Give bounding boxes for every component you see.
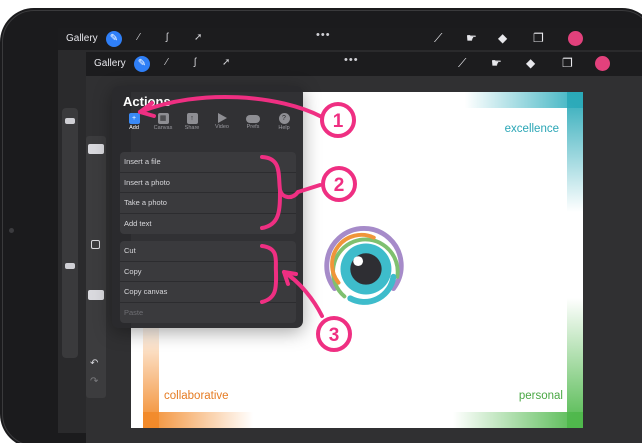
- frame-corner-top-right: [465, 92, 583, 108]
- add-icon: +: [128, 113, 140, 124]
- prefs-toggle-icon: [246, 115, 260, 123]
- tab-share[interactable]: ↑ Share: [176, 113, 208, 135]
- label-personal: personal: [518, 390, 563, 402]
- share-icon: ↑: [186, 113, 198, 124]
- wrench-icon[interactable]: ✎: [106, 31, 122, 47]
- smudge-icon[interactable]: ☛: [466, 31, 477, 45]
- undo-icon[interactable]: ↶: [90, 358, 98, 369]
- add-actions-group: Insert a file Insert a photo Take a phot…: [120, 152, 296, 234]
- background-toolbar: Gallery ✎ ⁄ ʃ ➚ ••• ⟋ ☛ ◆ ❐: [58, 28, 642, 50]
- tab-help-label: Help: [278, 125, 290, 131]
- selection-icon[interactable]: ʃ: [194, 57, 196, 68]
- eraser-icon[interactable]: ◆: [526, 56, 535, 70]
- paste-item[interactable]: Paste: [120, 303, 296, 324]
- color-swatch[interactable]: [568, 31, 583, 46]
- actions-panel: Actions + Add ▦ Canvas ↑ Share Video Pre…: [112, 86, 303, 328]
- frame-corner-bottom-left-base: [143, 412, 253, 428]
- gallery-button[interactable]: Gallery: [94, 58, 126, 69]
- color-swatch[interactable]: [595, 56, 610, 71]
- brush-icon[interactable]: ⟋: [458, 56, 466, 71]
- screenshot: Gallery ✎ ⁄ ʃ ➚ ••• ⟋ ☛ ◆ ❐ Gallery ✎ ⁄ …: [0, 0, 642, 443]
- magic-wand-icon[interactable]: ⁄: [138, 32, 140, 43]
- tab-share-label: Share: [184, 125, 200, 131]
- clipboard-actions-group: Cut Copy Copy canvas Paste: [120, 241, 296, 323]
- tab-help[interactable]: ? Help: [268, 113, 300, 135]
- frame-corner-top-right-side: [567, 92, 583, 212]
- magic-wand-icon[interactable]: ⁄: [166, 57, 168, 68]
- modify-button[interactable]: [91, 240, 100, 249]
- help-icon: ?: [278, 113, 290, 124]
- selection-icon[interactable]: ʃ: [166, 32, 168, 43]
- opacity-slider[interactable]: [88, 290, 104, 300]
- label-excellence: excellence: [504, 123, 559, 135]
- transform-arrow-icon[interactable]: ➚: [222, 57, 230, 68]
- transform-arrow-icon[interactable]: ➚: [194, 32, 202, 43]
- tab-canvas[interactable]: ▦ Canvas: [147, 113, 179, 135]
- toolbar: Gallery ✎ ⁄ ʃ ➚ ••• ⟋ ☛ ◆ ❐: [86, 52, 642, 76]
- tab-add-label: Add: [129, 125, 139, 131]
- tab-video-label: Video: [215, 124, 229, 130]
- redo-icon[interactable]: ↷: [90, 376, 98, 387]
- camera-icon: [9, 228, 14, 233]
- brush-size-slider[interactable]: [65, 118, 75, 124]
- more-options-icon[interactable]: •••: [344, 54, 359, 66]
- actions-tabs: + Add ▦ Canvas ↑ Share Video Prefs ? Hel: [118, 113, 298, 135]
- copy-item[interactable]: Copy: [120, 262, 296, 282]
- frame-corner-bottom-right-base: [453, 412, 583, 428]
- take-photo-item[interactable]: Take a photo: [120, 193, 296, 214]
- actions-title: Actions: [123, 94, 171, 109]
- tab-add[interactable]: + Add: [118, 113, 150, 135]
- opacity-slider[interactable]: [65, 263, 75, 269]
- canvas-icon: ▦: [157, 113, 169, 124]
- video-play-icon: [217, 113, 227, 123]
- add-text-item[interactable]: Add text: [120, 214, 296, 235]
- wrench-icon[interactable]: ✎: [134, 56, 150, 72]
- eye-logo: [324, 226, 404, 305]
- tab-prefs-label: Prefs: [246, 124, 260, 130]
- sidebar: ↶ ↷: [86, 136, 106, 398]
- label-collaborative: collaborative: [164, 390, 229, 402]
- tab-video[interactable]: Video: [206, 113, 238, 135]
- insert-photo-item[interactable]: Insert a photo: [120, 173, 296, 193]
- background-sidebar: [62, 108, 78, 358]
- logo-highlight: [353, 256, 364, 267]
- smudge-icon[interactable]: ☛: [491, 56, 502, 70]
- layers-icon[interactable]: ❐: [533, 31, 544, 45]
- tab-canvas-label: Canvas: [153, 125, 173, 131]
- frame-corner-bottom-right: [567, 298, 583, 428]
- more-options-icon[interactable]: •••: [316, 29, 331, 41]
- brush-size-slider[interactable]: [88, 144, 104, 154]
- brush-icon[interactable]: ⟋: [434, 31, 442, 46]
- copy-canvas-item[interactable]: Copy canvas: [120, 282, 296, 303]
- gallery-button[interactable]: Gallery: [66, 33, 98, 44]
- eraser-icon[interactable]: ◆: [498, 31, 507, 45]
- cut-item[interactable]: Cut: [120, 241, 296, 262]
- insert-file-item[interactable]: Insert a file: [120, 152, 296, 173]
- layers-icon[interactable]: ❐: [562, 56, 573, 70]
- tab-prefs[interactable]: Prefs: [237, 113, 269, 135]
